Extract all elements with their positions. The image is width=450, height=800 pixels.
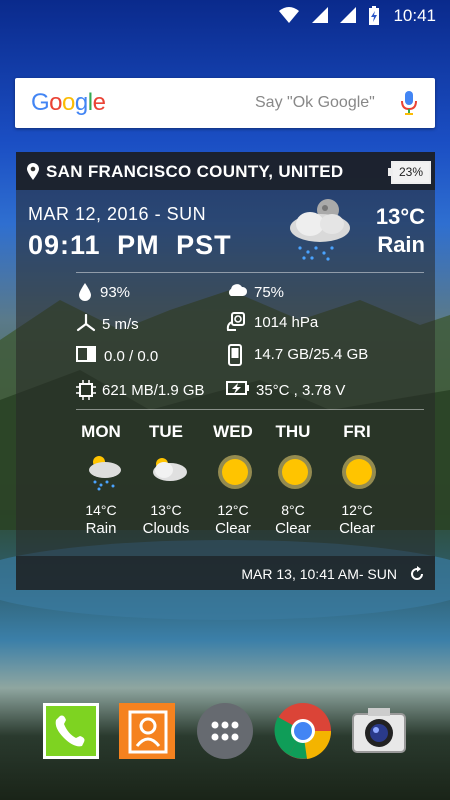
cloud-icon [228,284,248,296]
time-label: 09:11 PM PST [28,230,232,260]
sun-icon [218,455,252,489]
app-drawer-icon[interactable] [196,702,254,760]
clouds-icon [153,458,187,481]
weather-widget[interactable]: SAN FRANCISCO COUNTY, UNITED 23% MAR 12,… [16,152,435,590]
sim-data-icon [76,346,96,362]
google-logo: Google [31,89,106,116]
rain-night-icon [290,199,350,261]
water-drop-icon [79,283,91,301]
widget-footer: MAR 13, 10:41 AM- SUN [16,556,435,590]
last-updated: MAR 13, 10:41 AM- SUN [241,566,397,582]
phone-storage-icon [228,344,242,366]
chip-icon [76,380,96,400]
sun-icon [342,455,376,489]
camera-app-icon[interactable] [350,702,408,760]
barometer-icon [226,312,245,331]
location-pin-icon [27,163,39,180]
battery-charging-icon [369,6,379,25]
contacts-app-icon[interactable] [118,702,176,760]
clock: 10:41 [393,6,436,25]
sun-icon [278,455,312,489]
wifi-icon [279,7,299,23]
rain-icon [89,456,121,491]
widget-header: SAN FRANCISCO COUNTY, UNITED 23% [16,152,435,190]
signal-icon-2 [340,7,356,23]
battery-temp-icon [226,381,249,395]
phone-app-icon[interactable] [42,702,100,760]
date-label: MAR 12, 2016 - SUN [28,204,207,224]
battery-level: 23% [388,161,431,184]
chrome-app-icon[interactable] [274,702,332,760]
refresh-icon[interactable] [409,566,425,582]
google-search-bar[interactable]: Google Say "Ok Google" [15,78,435,128]
divider [76,272,424,273]
microphone-icon[interactable] [401,90,417,116]
current-condition: Rain [377,232,425,257]
location-name[interactable]: SAN FRANCISCO COUNTY, UNITED [46,162,343,182]
current-temperature: 13°C [375,204,425,229]
search-placeholder: Say "Ok Google" [255,94,375,111]
status-bar: 10:41 [0,0,450,32]
signal-icon [312,7,328,23]
divider-2 [76,409,424,410]
wind-turbine-icon [76,314,96,332]
